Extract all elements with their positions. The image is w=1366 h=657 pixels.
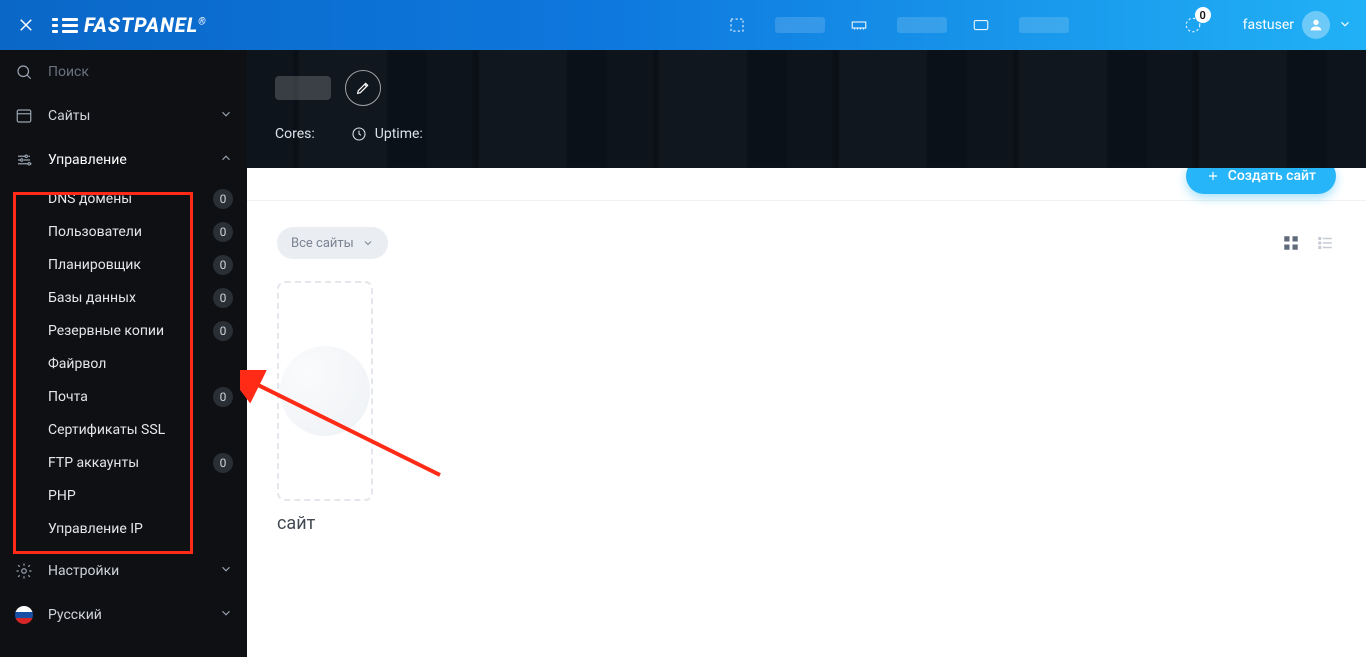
dashed-square-icon xyxy=(728,16,746,34)
sidebar-subitem[interactable]: Базы данных0 xyxy=(0,281,247,314)
meta-cores: Cores: xyxy=(275,126,315,142)
topbar-icon-2[interactable] xyxy=(839,5,879,45)
edit-server-button[interactable] xyxy=(345,70,381,106)
count-badge: 0 xyxy=(213,222,233,242)
close-button[interactable] xyxy=(14,13,38,37)
count-badge: 0 xyxy=(213,255,233,275)
count-badge: 0 xyxy=(213,453,233,473)
topbar-icon-3[interactable] xyxy=(961,5,1001,45)
disk-icon xyxy=(972,16,990,34)
sidebar-subitem[interactable]: Планировщик0 xyxy=(0,248,247,281)
view-list-button[interactable] xyxy=(1314,232,1336,254)
sidebar-item-management[interactable]: Управление xyxy=(0,138,247,182)
sidebar-subitem-label: FTP аккаунты xyxy=(48,455,213,471)
sites-grid: сайт xyxy=(247,259,1366,556)
activity-button[interactable]: 0 xyxy=(1173,5,1213,45)
sidebar-item-settings[interactable]: Настройки xyxy=(0,549,247,593)
filter-label: Все сайты xyxy=(291,236,354,251)
sidebar-subitem[interactable]: Управление IP xyxy=(0,512,247,545)
sidebar-item-sites[interactable]: Сайты xyxy=(0,94,247,138)
sidebar-item-label: Управление xyxy=(48,152,205,168)
hero-banner: Cores: Uptime: xyxy=(247,50,1366,168)
person-icon xyxy=(1308,17,1324,33)
hero-server-name-blurred xyxy=(275,76,331,100)
sidebar-subitem-label: PHP xyxy=(48,488,233,504)
logo[interactable]: FASTPANEL® xyxy=(52,13,207,37)
sidebar-subitem[interactable]: Сертификаты SSL xyxy=(0,413,247,446)
meta-label: Cores: xyxy=(275,126,315,142)
meta-uptime: Uptime: xyxy=(351,126,423,142)
create-site-label: Создать сайт xyxy=(1228,168,1316,184)
sidebar-subitem-label: Планировщик xyxy=(48,257,213,273)
meta-label: Uptime: xyxy=(375,126,423,142)
pencil-icon xyxy=(355,80,371,96)
sidebar-item-label: Русский xyxy=(48,607,205,623)
add-site-text-fragment: сайт xyxy=(277,513,1336,534)
chevron-down-icon xyxy=(219,606,233,624)
sidebar-item-label: Сайты xyxy=(48,108,205,124)
view-grid-button[interactable] xyxy=(1280,232,1302,254)
sidebar-subitem-label: Пользователи xyxy=(48,224,213,240)
sidebar-subitem[interactable]: Пользователи0 xyxy=(0,215,247,248)
sidebar-subitem-label: Резервные копии xyxy=(48,323,213,339)
count-badge: 0 xyxy=(213,387,233,407)
memory-icon xyxy=(850,16,868,34)
sidebar-subitem-label: Файрвол xyxy=(48,356,233,372)
search-icon xyxy=(14,62,34,82)
topbar-icon-1[interactable] xyxy=(717,5,757,45)
topbar-info-blurred-1 xyxy=(775,17,825,33)
plus-icon xyxy=(1206,169,1220,183)
sidebar-subitem[interactable]: Файрвол xyxy=(0,347,247,380)
sidebar-subitem-label: Управление IP xyxy=(48,521,233,537)
user-name: fastuser xyxy=(1243,17,1294,33)
chevron-down-icon xyxy=(219,562,233,580)
count-badge: 0 xyxy=(213,321,233,341)
topbar-info-blurred-3 xyxy=(1019,17,1069,33)
view-toggle xyxy=(1280,232,1336,254)
activity-badge: 0 xyxy=(1195,7,1211,23)
sidebar-subitem-label: DNS домены xyxy=(48,191,213,207)
sidebar-subitem[interactable]: PHP xyxy=(0,479,247,512)
close-icon xyxy=(17,16,35,34)
filter-all-sites[interactable]: Все сайты xyxy=(277,227,388,259)
user-menu[interactable]: fastuser xyxy=(1243,11,1352,39)
avatar xyxy=(1302,11,1330,39)
sliders-icon xyxy=(14,150,34,170)
search-input[interactable] xyxy=(48,64,233,80)
sidebar: Сайты Управление DNS домены0Пользователи… xyxy=(0,50,247,657)
sidebar-subitem-label: Почта xyxy=(48,389,213,405)
flag-ru-icon xyxy=(14,605,34,625)
sidebar-subitem-label: Базы данных xyxy=(48,290,213,306)
sidebar-item-language[interactable]: Русский xyxy=(0,593,247,637)
clock-icon xyxy=(351,126,367,142)
window-icon xyxy=(14,106,34,126)
toolbar: Все сайты xyxy=(247,201,1366,259)
chevron-up-icon xyxy=(219,151,233,169)
sidebar-search[interactable] xyxy=(0,50,247,94)
chevron-down-icon xyxy=(1338,16,1352,35)
management-submenu: DNS домены0Пользователи0Планировщик0Базы… xyxy=(0,182,247,545)
gear-icon xyxy=(14,561,34,581)
sidebar-subitem[interactable]: Резервные копии0 xyxy=(0,314,247,347)
main-content: Cores: Uptime: Создать сайт Все сайты xyxy=(247,50,1366,657)
sidebar-subitem[interactable]: Почта0 xyxy=(0,380,247,413)
sidebar-item-label: Настройки xyxy=(48,563,205,579)
grid-icon xyxy=(1282,234,1300,252)
add-site-card[interactable] xyxy=(277,281,373,501)
topbar-info-blurred-2 xyxy=(897,17,947,33)
add-site-circle xyxy=(280,346,370,436)
count-badge: 0 xyxy=(213,189,233,209)
count-badge: 0 xyxy=(213,288,233,308)
logo-icon xyxy=(52,18,78,33)
topbar: FASTPANEL® 0 fastuser xyxy=(0,0,1366,50)
sidebar-subitem[interactable]: FTP аккаунты0 xyxy=(0,446,247,479)
sidebar-subitem[interactable]: DNS домены0 xyxy=(0,182,247,215)
chevron-down-icon xyxy=(362,237,374,249)
list-icon xyxy=(1316,234,1334,252)
sidebar-subitem-label: Сертификаты SSL xyxy=(48,422,233,438)
logo-text: FASTPANEL® xyxy=(84,13,207,37)
chevron-down-icon xyxy=(219,107,233,125)
